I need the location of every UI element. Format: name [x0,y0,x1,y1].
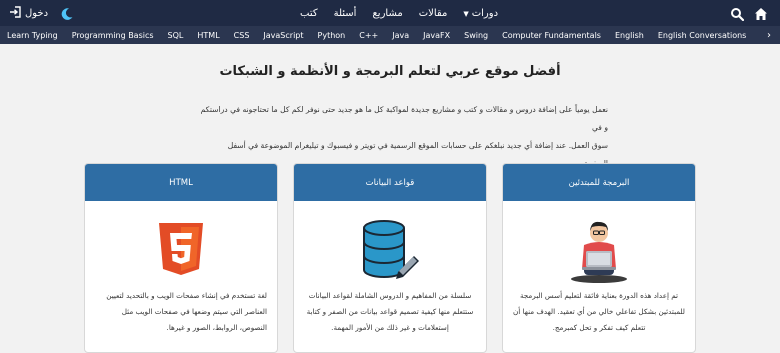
html5-icon [85,212,277,286]
subnav-item[interactable]: Python [318,31,346,40]
subnav-item[interactable]: SQL [168,31,184,40]
course-card-databases[interactable]: قواعد البيانات سلسلة من المفاهيم و الدرو… [293,163,487,353]
menu-item-courses[interactable]: دورات▼ [463,8,498,19]
subnav-item[interactable]: JavaScript [263,31,303,40]
top-navbar: دورات▼ مقالات مشاريع أسئلة كتب دخول [0,0,780,26]
main-menu: دورات▼ مقالات مشاريع أسئلة كتب [300,0,498,26]
subnav-item[interactable]: Computer Fundamentals [502,31,601,40]
search-icon[interactable] [730,6,745,22]
subnav-item[interactable]: English [615,31,644,40]
intro-line-1: نعمل يومياً على إضافة دروس و مقالات و كت… [200,105,608,132]
courses-subnav-list: Learn Typing Programming Basics SQL HTML CSS… [7,26,780,44]
card-title[interactable]: البرمجة للمبتدئين [503,164,695,201]
database-icon [294,212,486,286]
menu-item-articles[interactable]: مقالات [419,8,448,19]
card-description: لغة تستخدم في إنشاء صفحات الويب و بالتحد… [106,291,267,332]
subnav-item[interactable]: Learn Typing [7,31,58,40]
subnav-item[interactable]: JavaFX [423,31,450,40]
page-title: أفضل موقع عربي لتعلم البرمجة و الأنظمة و… [219,64,561,79]
caret-down-icon: ▼ [463,9,469,18]
programmer-laptop-icon [503,212,695,286]
courses-subnav: Learn Typing Programming Basics SQL HTML CSS… [0,26,780,44]
subnav-item[interactable]: Swing [464,31,488,40]
card-title[interactable]: HTML [85,164,277,201]
subnav-item[interactable]: HTML [197,31,219,40]
home-icon[interactable] [754,6,768,20]
card-title[interactable]: قواعد البيانات [294,164,486,201]
login-label: دخول [25,7,49,19]
menu-item-books[interactable]: كتب [300,8,318,19]
menu-item-questions[interactable]: أسئلة [334,8,357,19]
menu-item-projects[interactable]: مشاريع [372,8,402,19]
subnav-item[interactable]: Programming Basics [72,31,154,40]
card-description: سلسلة من المفاهيم و الدروس الشاملة لقواع… [306,291,474,332]
subnav-item[interactable]: C++ [359,31,378,40]
card-description: تم إعداد هذه الدورة بعناية فائقة لتعليم … [513,291,685,332]
subnav-item[interactable]: English Conversations [658,31,747,40]
course-card-html[interactable]: HTML لغة تستخدم في إنشاء صفحات الويب و ب… [84,163,278,353]
chevron-right-icon[interactable]: › [758,26,780,44]
subnav-item[interactable]: CSS [234,31,250,40]
login-icon [9,5,21,21]
subnav-item[interactable]: Java [392,31,409,40]
course-card-programming-basics[interactable]: البرمجة للمبتدئين تم إعداد هذه الدورة بع… [502,163,696,353]
login-button[interactable]: دخول [9,5,48,21]
moon-icon[interactable] [60,6,74,20]
